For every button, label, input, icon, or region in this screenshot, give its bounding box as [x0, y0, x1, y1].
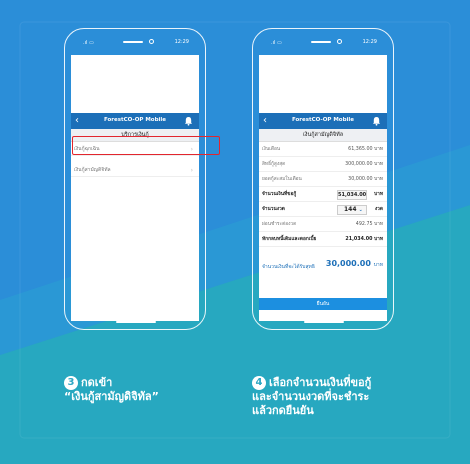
row-unit: บาท	[374, 192, 383, 197]
row-label: จำนวนเงินที่ขอกู้	[262, 192, 297, 197]
phone-mockup-right: .ıl ▭ 12:29 ‹ ForestCO-OP Mobile เงินกู้…	[252, 28, 394, 330]
camera-icon	[149, 39, 154, 44]
row-value: 61,365.00 บาท	[348, 147, 383, 152]
speaker-grille	[311, 41, 331, 43]
step-text-line: และจำนวนงวดที่จะชำระ	[252, 390, 370, 403]
status-time: 12:29	[174, 39, 189, 45]
step-4-caption: 4 เลือกจำนวนเงินที่ขอกู้ และจำนวนงวดที่จะ…	[252, 376, 371, 418]
page-title: เงินกู้สามัญดิจิทัล	[259, 129, 387, 142]
row-value: 30,000.00 บาท	[348, 177, 383, 182]
installments-row: จำนวนงวด 144 ⌄ งวด	[259, 203, 387, 217]
deduction-row: หักกลบหนี้เดิมและดอกเบี้ย 21,034.00 บาท	[259, 233, 387, 247]
step-text-line: “เงินกู้สามัญดิจิทัล”	[64, 390, 159, 403]
loan-amount-row: จำนวนเงินที่ขอกู้ 51,034.00 บาท	[259, 188, 387, 202]
signal-icon: .ıl ▭	[83, 40, 94, 46]
row-label: สิทธิ์กู้สูงสุด	[262, 162, 286, 167]
speaker-grille	[123, 41, 143, 43]
step-text-line: เลือกจำนวนเงินที่ขอกู้	[269, 376, 372, 389]
row-value: 300,000.00 บาท	[345, 162, 383, 167]
confirm-button[interactable]: ยืนยัน	[259, 298, 387, 310]
row-label: จำนวนงวด	[262, 207, 285, 212]
row-unit: งวด	[374, 207, 383, 212]
max-loan-row: สิทธิ์กู้สูงสุด 300,000.00 บาท	[259, 158, 387, 172]
app-title: ForestCO-OP Mobile	[291, 117, 355, 123]
installment-payment-row: ผ่อนชำระต่องวด 492.75 บาท	[259, 218, 387, 232]
net-amount-unit: บาท	[373, 262, 383, 268]
row-label: ผ่อนชำระต่องวด	[262, 222, 297, 227]
status-bar: .ıl ▭ 12:29	[253, 29, 393, 53]
row-label: ยอดกู้สะสมในเดือน	[262, 177, 302, 182]
status-time: 12:29	[362, 39, 377, 45]
camera-icon	[337, 39, 342, 44]
step-text-line: กดเข้า	[81, 376, 113, 389]
net-amount-number: 30,000.00	[325, 259, 371, 268]
accumulated-loan-row: ยอดกู้สะสมในเดือน 30,000.00 บาท	[259, 173, 387, 187]
net-amount-label: จำนวนเงินที่จะได้รับสุทธิ	[262, 264, 315, 270]
step-text-line: แล้วกดยืนยัน	[252, 404, 314, 417]
bell-icon[interactable]	[184, 116, 193, 126]
bell-icon[interactable]	[372, 116, 381, 126]
step-3-caption: 3 กดเข้า “เงินกู้สามัญดิจิทัล”	[64, 376, 159, 404]
row-value: 21,034.00 บาท	[345, 237, 383, 242]
installments-select[interactable]: 144 ⌄	[337, 205, 367, 215]
row-value: 492.75 บาท	[355, 222, 383, 227]
step-number-badge: 3	[64, 376, 78, 390]
menu-item-label: เงินกู้สามัญดิจิทัล	[74, 167, 111, 173]
highlight-box	[72, 136, 220, 155]
phone-mockup-left: .ıl ▭ 12:29 ‹ ForestCO-OP Mobile บริการเ…	[64, 28, 206, 330]
app-title: ForestCO-OP Mobile	[103, 117, 167, 123]
row-label: เงินเดือน	[262, 147, 281, 152]
net-amount-value: 30,000.00 บาท	[326, 259, 383, 269]
signal-icon: .ıl ▭	[271, 40, 282, 46]
salary-row: เงินเดือน 61,365.00 บาท	[259, 143, 387, 157]
phone-screen: ‹ ForestCO-OP Mobile บริการเงินกู้ เงินก…	[71, 55, 199, 321]
app-header: ‹ ForestCO-OP Mobile	[71, 113, 199, 129]
status-bar: .ıl ▭ 12:29	[65, 29, 205, 53]
phone-screen: ‹ ForestCO-OP Mobile เงินกู้สามัญดิจิทัล…	[259, 55, 387, 321]
chevron-right-icon: ›	[190, 167, 193, 174]
chevron-down-icon: ⌄	[358, 207, 363, 213]
home-indicator	[116, 321, 156, 323]
row-label: หักกลบหนี้เดิมและดอกเบี้ย	[262, 237, 317, 242]
loan-amount-input[interactable]: 51,034.00	[337, 190, 367, 200]
step-number-badge: 4	[252, 376, 266, 390]
menu-item-digital-loan[interactable]: เงินกู้สามัญดิจิทัล ›	[71, 164, 199, 177]
home-indicator	[304, 321, 344, 323]
app-header: ‹ ForestCO-OP Mobile	[259, 113, 387, 129]
installments-value: 144	[344, 206, 357, 213]
